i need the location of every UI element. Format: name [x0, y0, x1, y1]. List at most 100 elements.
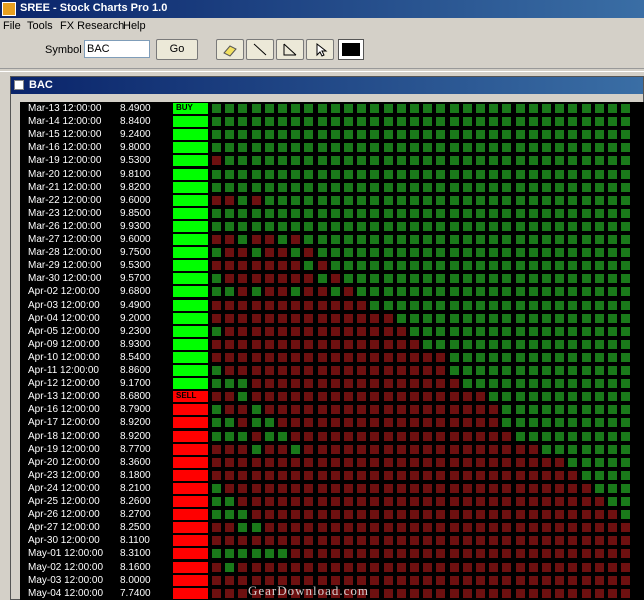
- line-tool-button[interactable]: [246, 39, 274, 60]
- signal-cell: [396, 169, 406, 179]
- angle-tool-button[interactable]: [276, 39, 304, 60]
- signal-cell: [410, 523, 419, 533]
- signal-cell: [515, 431, 525, 441]
- signal-cell: [383, 575, 393, 585]
- signal-cell: [383, 274, 393, 284]
- signal-cell: [225, 470, 235, 480]
- signal-cell: [581, 248, 591, 258]
- row-price: 9.6000: [120, 234, 151, 245]
- signal-cell: [502, 261, 512, 271]
- signal-cell: [476, 274, 485, 284]
- signal-cell: [370, 274, 380, 284]
- signal-cell: [528, 287, 538, 297]
- signal-cell: [608, 274, 617, 284]
- signal-cell: [594, 261, 604, 271]
- signal-cell: [278, 470, 287, 480]
- signal-cell: [396, 195, 406, 205]
- signal-cell: [608, 405, 617, 415]
- signal-cell: [357, 405, 367, 415]
- signal-cell: [581, 339, 591, 349]
- signal-cell: [278, 457, 287, 467]
- table-row: Apr-17 12:00:00 8.9200: [20, 416, 644, 429]
- signal-cell: [489, 117, 499, 127]
- signal-cell: [462, 418, 472, 428]
- signal-cell: [212, 418, 221, 428]
- signal-cell: [542, 470, 551, 480]
- signal-cell: [528, 130, 538, 140]
- signal-cell: [594, 536, 604, 546]
- signal-cell: [225, 339, 235, 349]
- signal-cell: [476, 117, 485, 127]
- signal-cell: [502, 418, 512, 428]
- signal-cell: [251, 536, 261, 546]
- signal-cell: [502, 248, 512, 258]
- signal-cell: [423, 588, 433, 598]
- signal-cell: [489, 221, 499, 231]
- menu-file[interactable]: File: [3, 20, 21, 32]
- buy-label: BUY: [176, 103, 193, 112]
- window-title: SREE - Stock Charts Pro 1.0: [20, 2, 168, 14]
- signal-cell: [357, 366, 367, 375]
- signal-cell: [594, 392, 604, 402]
- signal-cell: [515, 287, 525, 297]
- signal-cell: [423, 470, 433, 480]
- signal-cell: [264, 536, 274, 546]
- signal-cell: [370, 208, 380, 218]
- signal-cell: [423, 366, 433, 375]
- signal-cell: [581, 208, 591, 218]
- signal-cell: [304, 405, 314, 415]
- signal-cell: [568, 287, 578, 297]
- signal-cell: [225, 208, 235, 218]
- signal-cell: [489, 549, 499, 559]
- signal-cell: [515, 104, 525, 113]
- eraser-button[interactable]: [216, 39, 244, 60]
- signal-cell: [489, 444, 499, 454]
- signal-cell: [608, 549, 617, 559]
- signal-cell: [396, 510, 406, 520]
- signal-cell: [528, 510, 538, 520]
- menu-fx-research[interactable]: FX Research: [60, 20, 124, 32]
- signal-cell: [502, 470, 512, 480]
- signal-cell: [225, 287, 235, 297]
- signal-cell: [264, 339, 274, 349]
- signal-cell: [304, 326, 314, 336]
- signal-cell: [489, 497, 499, 506]
- signal-cell: [278, 562, 287, 572]
- signal-cell: [291, 497, 301, 506]
- signal-cell: [581, 483, 591, 493]
- go-button[interactable]: Go: [156, 39, 198, 60]
- table-row: Apr-30 12:00:00 8.1100: [20, 534, 644, 547]
- buy-signal-bar: [173, 207, 208, 219]
- pointer-tool-button[interactable]: [306, 39, 334, 60]
- signal-cell: [291, 326, 301, 336]
- menu-help[interactable]: Help: [123, 20, 146, 32]
- color-picker-button[interactable]: [338, 39, 364, 60]
- signal-cell: [436, 104, 446, 113]
- signal-cell: [370, 510, 380, 520]
- signal-cell: [621, 300, 631, 310]
- signal-cell: [370, 300, 380, 310]
- signal-cell: [476, 156, 485, 166]
- signal-cell: [278, 523, 287, 533]
- signal-cell: [555, 405, 565, 415]
- signal-cell: [251, 261, 261, 271]
- signal-cell: [502, 300, 512, 310]
- signal-cell: [423, 549, 433, 559]
- signal-cell: [264, 208, 274, 218]
- signal-cell: [423, 418, 433, 428]
- symbol-input[interactable]: BAC: [84, 40, 150, 58]
- signal-cell: [383, 562, 393, 572]
- signal-cell: [594, 588, 604, 598]
- row-date: Apr-19 12:00:00: [28, 443, 100, 455]
- signal-cell: [370, 169, 380, 179]
- row-date: Apr-20 12:00:00: [28, 456, 100, 468]
- signal-cell: [278, 366, 287, 375]
- signal-cell: [291, 143, 301, 153]
- signal-cell: [357, 549, 367, 559]
- signal-cell: [528, 208, 538, 218]
- signal-cell: [370, 156, 380, 166]
- signal-cell: [410, 366, 419, 375]
- menu-tools[interactable]: Tools: [27, 20, 53, 32]
- signal-cell: [608, 562, 617, 572]
- signal-cell: [542, 208, 551, 218]
